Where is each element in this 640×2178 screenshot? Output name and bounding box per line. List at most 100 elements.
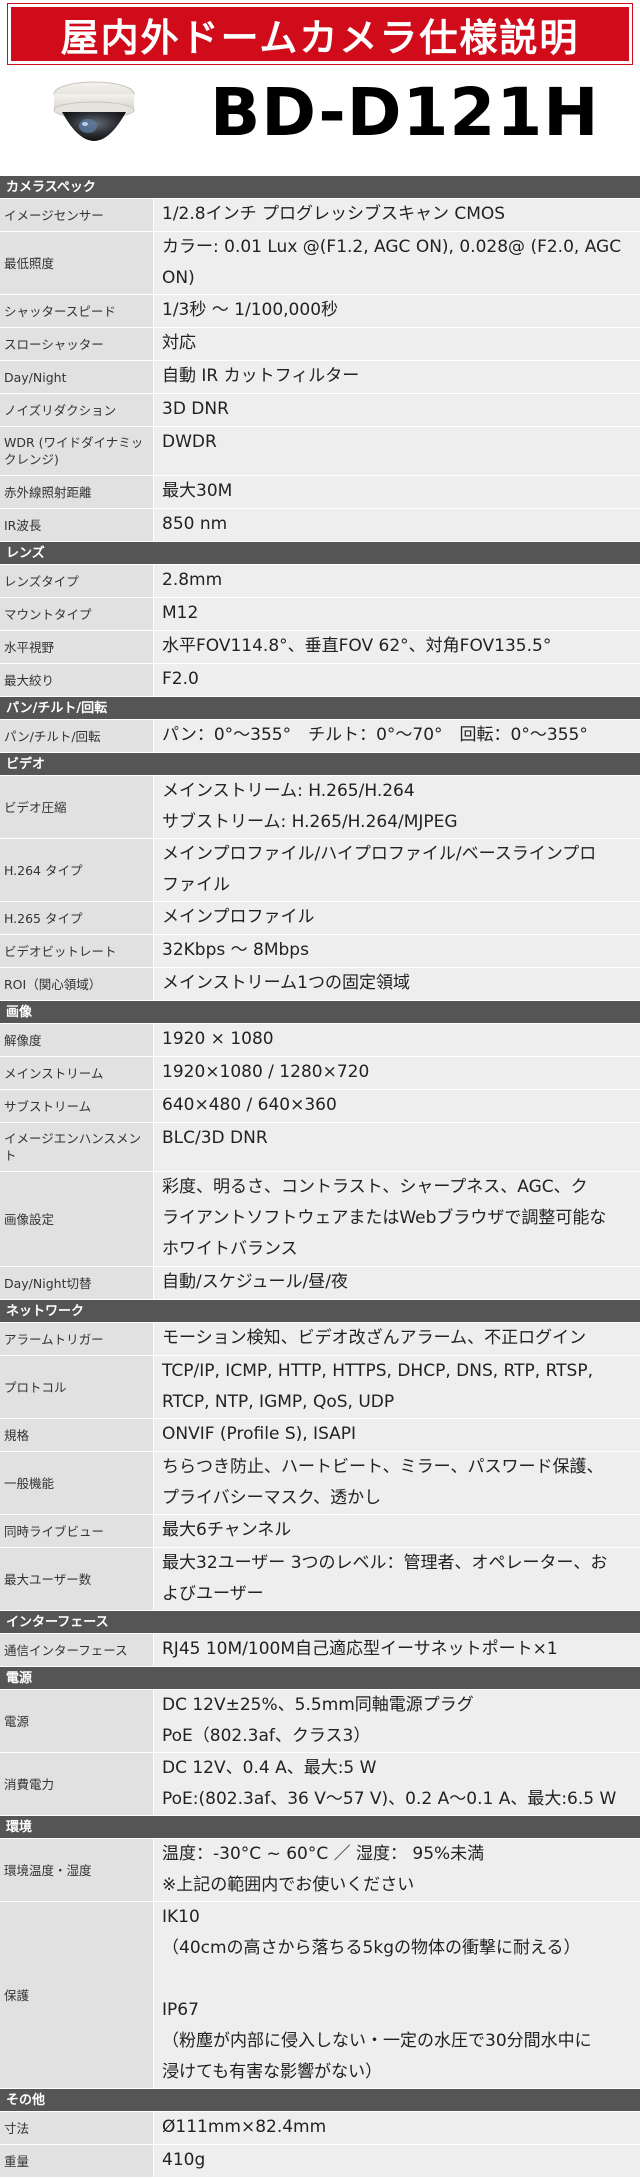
spec-row: 電源 DC 12V±25%、5.5mm同軸電源プラグ PoE（802.3af、クラ… [0,1690,640,1753]
spec-row: アラームトリガー モーション検知、ビデオ改ざんアラーム、不正ログイン [0,1323,640,1356]
spec-row: Day/Night 自動 IR カットフィルター [0,361,640,394]
spec-value: 最大30M [154,476,640,508]
spec-row: IR波長 850 nm [0,509,640,542]
spec-row: 消費電力 DC 12V、0.4 A、最大:5 W PoE:(802.3af、36 … [0,1753,640,1816]
spec-row: 一般機能 ちらつき防止、ハートビート、ミラー、パスワード保護、 プライバシーマスク… [0,1452,640,1515]
product-header: BD-D121H [0,66,640,176]
spec-row: 解像度 1920 × 1080 [0,1024,640,1057]
title-banner: 屋内外ドームカメラ仕様説明 [7,3,633,65]
spec-label: ノイズリダクション [0,394,154,426]
spec-value: 最大6チャンネル [154,1515,640,1547]
spec-value: 最大32ユーザー 3つのレベル：管理者、オペレーター、お よびユーザー [154,1548,640,1610]
spec-label: レンズタイプ [0,565,154,597]
spec-row: 通信インターフェース RJ45 10M/100M自己適応型イーサネットポート×1 [0,1634,640,1667]
spec-value: メインストリーム: H.265/H.264 サブストリーム: H.265/H.2… [154,776,640,838]
spec-label: H.264 タイプ [0,839,154,901]
spec-value: 自動 IR カットフィルター [154,361,640,393]
spec-row: 最大絞り F2.0 [0,664,640,697]
section-header: その他 [0,2089,640,2112]
section-header: 電源 [0,1667,640,1690]
spec-value: パン：0°～355° チルト：0°～70° 回転：0°～355° [154,720,640,752]
spec-row: ビデオ圧縮 メインストリーム: H.265/H.264 サブストリーム: H.26… [0,776,640,839]
spec-label: 環境温度・湿度 [0,1839,154,1901]
spec-value: 850 nm [154,509,640,541]
spec-value: 410g [154,2145,640,2177]
spec-value: IK10 （40cmの高さから落ちる5kgの物体の衝撃に耐える） IP67 （粉… [154,1902,640,2088]
spec-label: ビデオ圧縮 [0,776,154,838]
spec-label: 画像設定 [0,1172,154,1266]
spec-label: イメージセンサー [0,199,154,231]
spec-row: 寸法 Ø111mm×82.4mm [0,2112,640,2145]
spec-label: マウントタイプ [0,598,154,630]
spec-row: パン/チルト/回転 パン：0°～355° チルト：0°～70° 回転：0°～355… [0,720,640,753]
spec-value: DC 12V、0.4 A、最大:5 W PoE:(802.3af、36 V〜57… [154,1753,640,1815]
spec-label: メインストリーム [0,1057,154,1089]
spec-value: RJ45 10M/100M自己適応型イーサネットポート×1 [154,1634,640,1666]
spec-row: ビデオビットレート 32Kbps 〜 8Mbps [0,935,640,968]
spec-label: ビデオビットレート [0,935,154,967]
spec-label: 最大絞り [0,664,154,696]
spec-row: 最大ユーザー数 最大32ユーザー 3つのレベル：管理者、オペレーター、お よびユー… [0,1548,640,1611]
spec-label: サブストリーム [0,1090,154,1122]
spec-label: ROI（関心領域） [0,968,154,1000]
section-header: 画像 [0,1001,640,1024]
spec-value: モーション検知、ビデオ改ざんアラーム、不正ログイン [154,1323,640,1355]
spec-label: 重量 [0,2145,154,2177]
spec-row: ノイズリダクション 3D DNR [0,394,640,427]
section-header: ネットワーク [0,1300,640,1323]
spec-value: カラー: 0.01 Lux @(F1.2, AGC ON), 0.028@ (F… [154,232,640,294]
spec-value: M12 [154,598,640,630]
spec-value: ちらつき防止、ハートビート、ミラー、パスワード保護、 プライバシーマスク、透かし [154,1452,640,1514]
section-header: ビデオ [0,753,640,776]
spec-value: 1/2.8インチ プログレッシブスキャン CMOS [154,199,640,231]
spec-value: 1920 × 1080 [154,1024,640,1056]
spec-row: シャッタースピード 1/3秒 〜 1/100,000秒 [0,295,640,328]
spec-row: 画像設定 彩度、明るさ、コントラスト、シャープネス、AGC、ク ライアントソフトウ… [0,1172,640,1267]
spec-label: アラームトリガー [0,1323,154,1355]
spec-value: DC 12V±25%、5.5mm同軸電源プラグ PoE（802.3af、クラス3… [154,1690,640,1752]
spec-label: シャッタースピード [0,295,154,327]
spec-label: 最大ユーザー数 [0,1548,154,1610]
spec-label: プロトコル [0,1356,154,1418]
spec-value: TCP/IP, ICMP, HTTP, HTTPS, DHCP, DNS, RT… [154,1356,640,1418]
spec-label: イメージエンハンスメント [0,1123,154,1171]
spec-table: カメラスペック イメージセンサー 1/2.8インチ プログレッシブスキャン CMOS… [0,176,640,2178]
section-header: 環境 [0,1816,640,1839]
spec-value: BLC/3D DNR [154,1123,640,1171]
spec-row: 規格 ONVIF (Profile S), ISAPI [0,1419,640,1452]
spec-value: メインストリーム1つの固定領域 [154,968,640,1000]
section-header: カメラスペック [0,176,640,199]
spec-row: 最低照度 カラー: 0.01 Lux @(F1.2, AGC ON), 0.028… [0,232,640,295]
spec-value: ONVIF (Profile S), ISAPI [154,1419,640,1451]
section-header: パン/チルト/回転 [0,697,640,720]
spec-label: 消費電力 [0,1753,154,1815]
spec-row: 赤外線照射距離 最大30M [0,476,640,509]
spec-row: ROI（関心領域） メインストリーム1つの固定領域 [0,968,640,1001]
spec-label: WDR (ワイドダイナミックレンジ) [0,427,154,475]
spec-label: IR波長 [0,509,154,541]
banner-title: 屋内外ドームカメラ仕様説明 [60,15,580,60]
spec-row: メインストリーム 1920×1080 / 1280×720 [0,1057,640,1090]
spec-row: 水平視野 水平FOV114.8°、垂直FOV 62°、対角FOV135.5° [0,631,640,664]
spec-row: H.265 タイプ メインプロファイル [0,902,640,935]
spec-row: 環境温度・湿度 温度：-30°C ~ 60°C ／ 湿度： 95%未満 ※上記の範… [0,1839,640,1902]
spec-value: F2.0 [154,664,640,696]
spec-value: 温度：-30°C ~ 60°C ／ 湿度： 95%未満 ※上記の範囲内でお使いく… [154,1839,640,1901]
section-header: レンズ [0,542,640,565]
spec-value: 2.8mm [154,565,640,597]
spec-label: 保護 [0,1902,154,2088]
spec-row: プロトコル TCP/IP, ICMP, HTTP, HTTPS, DHCP, DN… [0,1356,640,1419]
spec-row: WDR (ワイドダイナミックレンジ) DWDR [0,427,640,476]
spec-label: 一般機能 [0,1452,154,1514]
spec-value: DWDR [154,427,640,475]
spec-row: マウントタイプ M12 [0,598,640,631]
spec-value: メインプロファイル/ハイプロファイル/ベースラインプロ ファイル [154,839,640,901]
spec-value: 3D DNR [154,394,640,426]
spec-label: 同時ライブビュー [0,1515,154,1547]
spec-value: 32Kbps 〜 8Mbps [154,935,640,967]
spec-label: 赤外線照射距離 [0,476,154,508]
spec-label: Day/Night切替 [0,1267,154,1299]
spec-label: パン/チルト/回転 [0,720,154,752]
spec-label: 解像度 [0,1024,154,1056]
model-number: BD-D121H [210,74,600,151]
